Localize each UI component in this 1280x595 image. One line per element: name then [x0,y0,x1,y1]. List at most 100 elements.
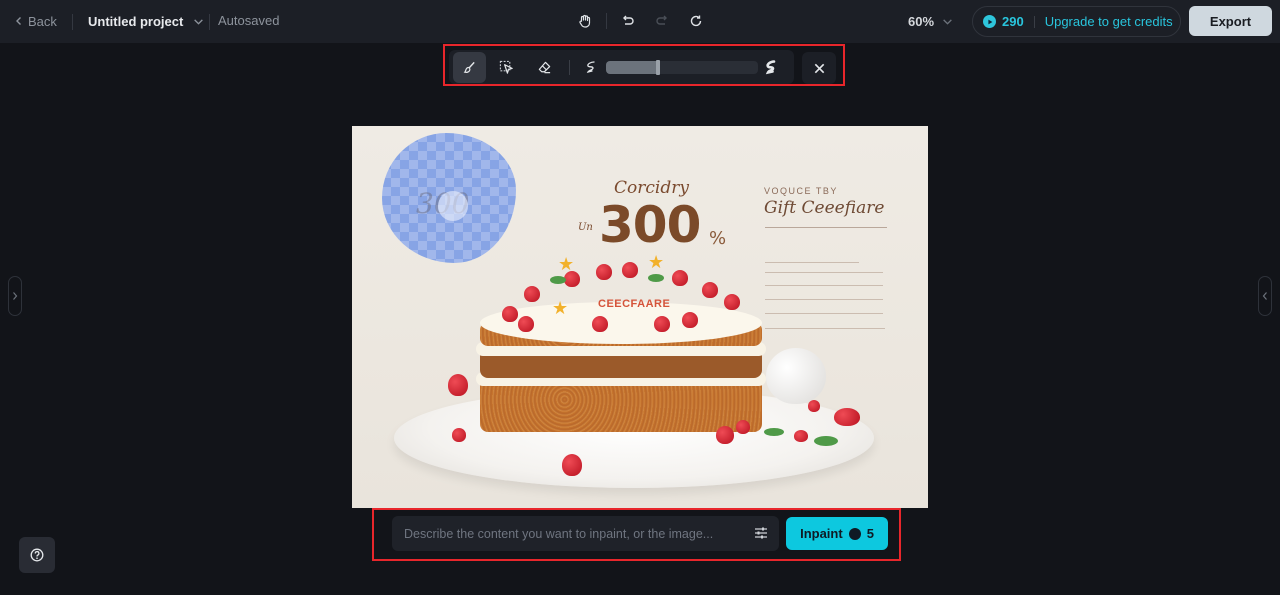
strawberry [702,282,718,298]
export-button[interactable]: Export [1189,6,1272,36]
mint-leaf [550,276,566,284]
strawberry [736,420,750,434]
brush-cursor [438,191,468,221]
inpaint-mask-area: 300 [382,133,516,263]
strawberry [654,316,670,332]
star-decoration: ★ [558,254,575,274]
brush-toolbar [449,50,794,84]
cert-rule [765,227,887,228]
strawberry [622,262,638,278]
brush-size-small-icon [586,61,595,73]
credits-count: 290 [1002,14,1024,29]
cert-rule [765,272,883,273]
star-decoration: ★ [648,252,665,272]
chevron-left-icon [1262,292,1267,300]
refresh-button[interactable] [685,10,707,32]
strawberry [562,454,582,476]
credit-coin-icon [983,15,996,28]
undo-icon [623,15,634,25]
cert-rule [765,262,859,263]
back-button[interactable]: Back [14,11,57,31]
image-percent: % [709,228,727,249]
chevron-down-icon [943,18,952,25]
credit-coin-icon [848,527,861,540]
strawberry [808,400,820,412]
left-panel-toggle[interactable] [8,276,22,316]
divider [1033,15,1035,28]
credits-pill: 290 Upgrade to get credits [972,6,1181,37]
smart-select-tool-button[interactable] [490,52,523,83]
egg [766,348,826,404]
brush-size-large-icon [765,60,776,75]
chevron-left-icon [16,17,21,25]
strawberry [794,430,808,442]
redo-icon [656,15,667,25]
mint-leaf [648,274,664,282]
image-prefix: Un [578,222,593,233]
smart-select-icon [499,60,513,74]
chevron-down-icon [194,18,204,25]
image-subtitle: Corcidry [614,178,689,198]
star-decoration: ★ [552,298,569,318]
image-cake-label: CEECFAARE [598,298,671,310]
eraser-tool-button[interactable] [528,52,561,83]
divider [606,13,607,29]
refresh-icon [690,15,702,27]
slider-thumb[interactable] [656,60,660,75]
divider [72,14,73,30]
chevron-right-icon [13,292,18,300]
mint-leaf [814,436,838,446]
undo-button[interactable] [617,10,639,32]
inpaint-prompt-input[interactable] [392,516,779,551]
back-label: Back [28,13,57,29]
zoom-level: 60% [908,13,935,29]
strawberry [672,270,688,286]
image-cert-top: VOQUCE TBY [764,186,838,196]
hand-tool-button[interactable] [574,10,596,32]
slider-fill [606,61,658,74]
divider [569,60,570,75]
cert-rule [765,285,883,286]
hand-icon [579,14,591,28]
strawberry [452,428,466,442]
sliders-settings-icon[interactable] [753,525,769,541]
brush-size-slider[interactable] [606,60,758,75]
mint-leaf [764,428,784,436]
strawberry [682,312,698,328]
brush-tool-button[interactable] [453,52,486,83]
image-cert-title: Gift Ceeefiare [764,198,885,218]
inpaint-cost: 5 [866,526,874,541]
strawberry [518,316,534,332]
redo-button[interactable] [651,10,673,32]
top-bar: Back Untitled project Autosaved 60% 290 … [0,0,1280,43]
strawberry [724,294,740,310]
inpaint-label: Inpaint [800,526,843,541]
project-title: Untitled project [88,13,184,29]
right-panel-toggle[interactable] [1258,276,1272,316]
canvas-image[interactable]: 300 Corcidry Un 300 % VOQUCE TBY Gift Ce… [352,126,928,508]
cake-layer [480,378,762,432]
divider [209,14,210,30]
zoom-level-dropdown[interactable]: 60% [908,11,953,31]
strawberry [502,306,518,322]
strawberry [448,374,468,396]
strawberry [834,408,860,426]
save-status: Autosaved [218,13,280,28]
inpaint-button[interactable]: Inpaint 5 [786,517,888,550]
help-button[interactable] [19,537,55,573]
close-toolbar-button[interactable] [802,52,836,84]
close-icon [814,63,824,73]
history-tools [574,11,707,31]
strawberry [716,426,734,444]
cert-rule [765,313,883,314]
image-number: 300 [599,196,701,254]
upgrade-link[interactable]: Upgrade to get credits [1045,14,1173,29]
strawberry [592,316,608,332]
cert-rule [765,299,883,300]
strawberry [524,286,540,302]
question-circle-icon [30,548,44,562]
strawberry [596,264,612,280]
brush-icon [463,61,475,73]
cert-rule [765,328,885,329]
project-title-dropdown[interactable]: Untitled project [88,11,204,31]
